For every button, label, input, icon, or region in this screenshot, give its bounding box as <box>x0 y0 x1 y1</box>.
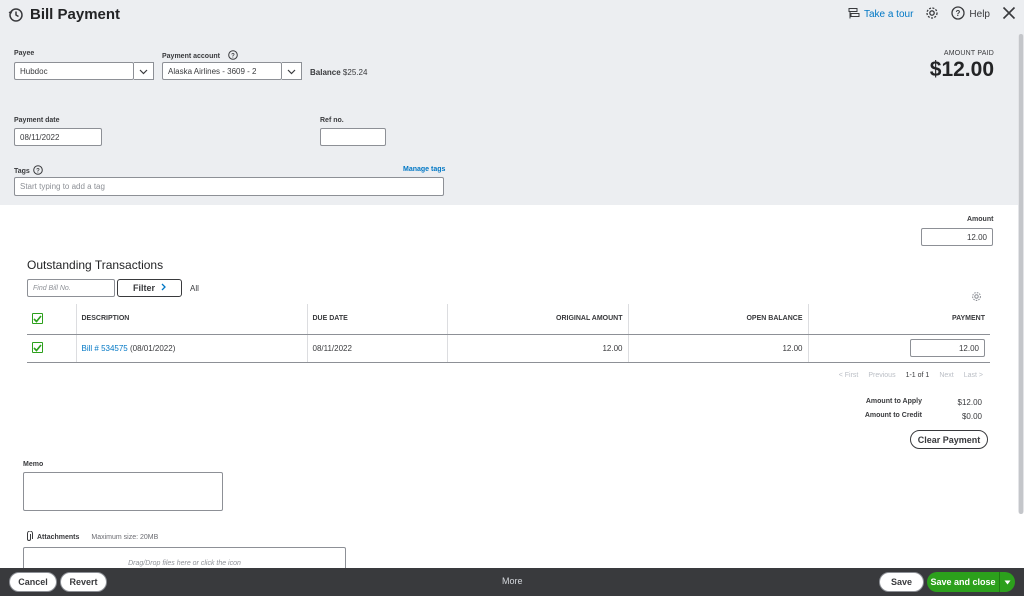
select-all-cell <box>27 304 77 335</box>
select-all-checkbox[interactable] <box>32 313 43 324</box>
revert-button[interactable]: Revert <box>60 572 107 592</box>
table-row: Bill # 534575 (08/01/2022) 08/11/2022 12… <box>27 334 990 363</box>
amount-to-apply-value: $12.00 <box>957 398 982 407</box>
manage-tags-link[interactable]: Manage tags <box>403 166 445 173</box>
help-button[interactable]: ? Help <box>951 6 990 23</box>
balance-value: $25.24 <box>342 68 368 77</box>
row-payment-cell: 12.00 <box>808 334 990 363</box>
memo-label: Memo <box>23 461 44 468</box>
tags-input[interactable]: Start typing to add a tag <box>14 177 444 196</box>
scrollbar-thumb[interactable] <box>1019 34 1023 514</box>
amount-to-credit-label: Amount to Credit <box>864 412 922 419</box>
paperclip-icon <box>25 530 33 544</box>
gear-icon[interactable] <box>925 6 939 23</box>
history-clock-icon[interactable] <box>8 7 24 23</box>
chevron-right-icon <box>161 283 166 293</box>
filter-all-text: All <box>190 284 199 293</box>
info-question-icon[interactable]: ? <box>33 165 43 177</box>
take-tour-link[interactable]: Take a tour <box>848 7 913 22</box>
payment-account-label: Payment account <box>162 52 220 60</box>
pager-last[interactable]: Last > <box>964 372 983 379</box>
tour-signpost-icon <box>848 7 860 22</box>
ref-no-input[interactable] <box>320 128 386 146</box>
find-bill-input[interactable]: Find Bill No. <box>27 279 115 297</box>
info-question-icon[interactable]: ? <box>228 50 238 62</box>
memo-textarea[interactable] <box>23 472 223 511</box>
help-label: Help <box>969 9 990 20</box>
filter-label: Filter <box>132 283 155 293</box>
payment-account-select[interactable]: Alaska Airlines - 3609 - 2 <box>162 62 282 80</box>
table-header-row: DESCRIPTION DUE DATE ORIGINAL AMOUNT OPE… <box>27 304 990 335</box>
save-options-dropdown[interactable] <box>999 572 1015 592</box>
filter-button[interactable]: Filter <box>117 279 182 297</box>
footer-bar: Cancel Revert More Save Save and close <box>0 568 1024 596</box>
pager-current: 1-1 of 1 <box>905 372 930 379</box>
amount-paid-label: AMOUNT PAID <box>943 50 994 57</box>
amount-to-credit-row: Amount to Credit $0.00 <box>842 412 982 421</box>
help-question-icon: ? <box>951 6 966 23</box>
attachments-max-size: Maximum size: 20MB <box>91 534 159 541</box>
pagination: < First Previous 1-1 of 1 Next Last > <box>839 372 983 379</box>
row-open-balance: 12.00 <box>628 334 809 363</box>
tags-label-wrap: Tags ? <box>14 165 43 177</box>
header-region <box>0 0 1024 205</box>
row-checkbox[interactable] <box>32 342 43 354</box>
tags-label: Tags <box>14 167 30 175</box>
save-button[interactable]: Save <box>879 572 924 592</box>
caret-down-icon <box>1004 577 1011 587</box>
balance-text: Balance $25.24 <box>310 68 367 77</box>
clear-payment-button[interactable]: Clear Payment <box>910 430 988 449</box>
svg-text:?: ? <box>231 53 235 59</box>
attachments-label: Attachments <box>37 534 80 541</box>
cancel-button[interactable]: Cancel <box>9 572 57 592</box>
chevron-down-icon <box>287 62 296 80</box>
pager-previous[interactable]: Previous <box>868 372 895 379</box>
row-payment-input[interactable]: 12.00 <box>910 339 985 357</box>
payee-dropdown-button[interactable] <box>134 62 154 80</box>
pager-next[interactable]: Next <box>939 372 953 379</box>
row-due-date: 08/11/2022 <box>307 334 448 363</box>
row-description: Bill # 534575 (08/01/2022) <box>76 334 308 363</box>
payee-label: Payee <box>14 50 35 57</box>
amount-paid-value: $12.00 <box>929 58 994 81</box>
close-icon[interactable] <box>1002 6 1016 23</box>
top-right-actions: Take a tour ? Help <box>848 6 1016 23</box>
amount-to-apply-row: Amount to Apply $12.00 <box>842 398 982 407</box>
ref-no-label: Ref no. <box>320 117 344 124</box>
more-button[interactable]: More <box>502 576 523 586</box>
bill-link[interactable]: Bill # 534575 <box>82 344 128 353</box>
col-description[interactable]: DESCRIPTION <box>76 304 308 335</box>
col-due-date[interactable]: DUE DATE <box>307 304 448 335</box>
amount-to-credit-value: $0.00 <box>961 412 982 421</box>
row-select-cell <box>27 334 77 363</box>
save-and-close-split-button: Save and close <box>927 572 1015 592</box>
scrollbar[interactable] <box>1018 34 1024 514</box>
payment-date-input[interactable]: 08/11/2022 <box>14 128 102 146</box>
balance-label: Balance <box>310 68 341 77</box>
amount-input[interactable]: 12.00 <box>921 228 993 246</box>
chevron-down-icon <box>139 62 148 80</box>
bill-date: (08/01/2022) <box>127 343 176 353</box>
amount-label: Amount <box>967 216 994 223</box>
payment-date-label: Payment date <box>14 117 60 124</box>
outstanding-title: Outstanding Transactions <box>27 258 164 272</box>
payment-account-label-wrap: Payment account ? <box>162 50 238 62</box>
take-tour-label: Take a tour <box>863 9 914 20</box>
payment-account-dropdown-button[interactable] <box>282 62 302 80</box>
page-title: Bill Payment <box>30 6 121 23</box>
payee-select[interactable]: Hubdoc <box>14 62 134 80</box>
col-original-amount[interactable]: ORIGINAL AMOUNT <box>447 304 629 335</box>
amount-to-apply-label: Amount to Apply <box>865 398 922 405</box>
col-payment[interactable]: PAYMENT <box>808 304 990 335</box>
row-original-amount: 12.00 <box>447 334 629 363</box>
title-bar: Bill Payment <box>8 6 120 23</box>
svg-text:?: ? <box>956 9 961 18</box>
svg-text:?: ? <box>36 168 40 174</box>
outstanding-table: DESCRIPTION DUE DATE ORIGINAL AMOUNT OPE… <box>27 304 990 363</box>
pager-first[interactable]: < First <box>839 372 859 379</box>
save-and-close-button[interactable]: Save and close <box>927 577 999 587</box>
col-open-balance[interactable]: OPEN BALANCE <box>628 304 809 335</box>
attachments-header: Attachments Maximum size: 20MB <box>25 530 159 544</box>
